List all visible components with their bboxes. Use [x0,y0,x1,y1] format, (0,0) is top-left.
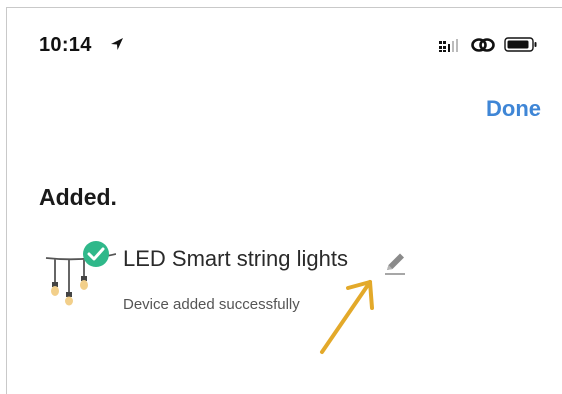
device-status-text: Device added successfully [123,296,300,313]
string-lights-icon [45,241,116,306]
done-button[interactable]: Done [486,96,541,122]
check-badge-icon [83,241,109,267]
battery-icon [504,37,537,52]
cellular-signal-icon [439,39,458,52]
link-icon [471,38,495,52]
annotation-arrow [320,280,374,354]
device-name: LED Smart string lights [123,246,348,271]
pencil-icon[interactable] [382,250,408,276]
location-arrow-icon [111,38,123,50]
section-heading: Added. [39,184,117,210]
status-time: 10:14 [39,34,92,56]
